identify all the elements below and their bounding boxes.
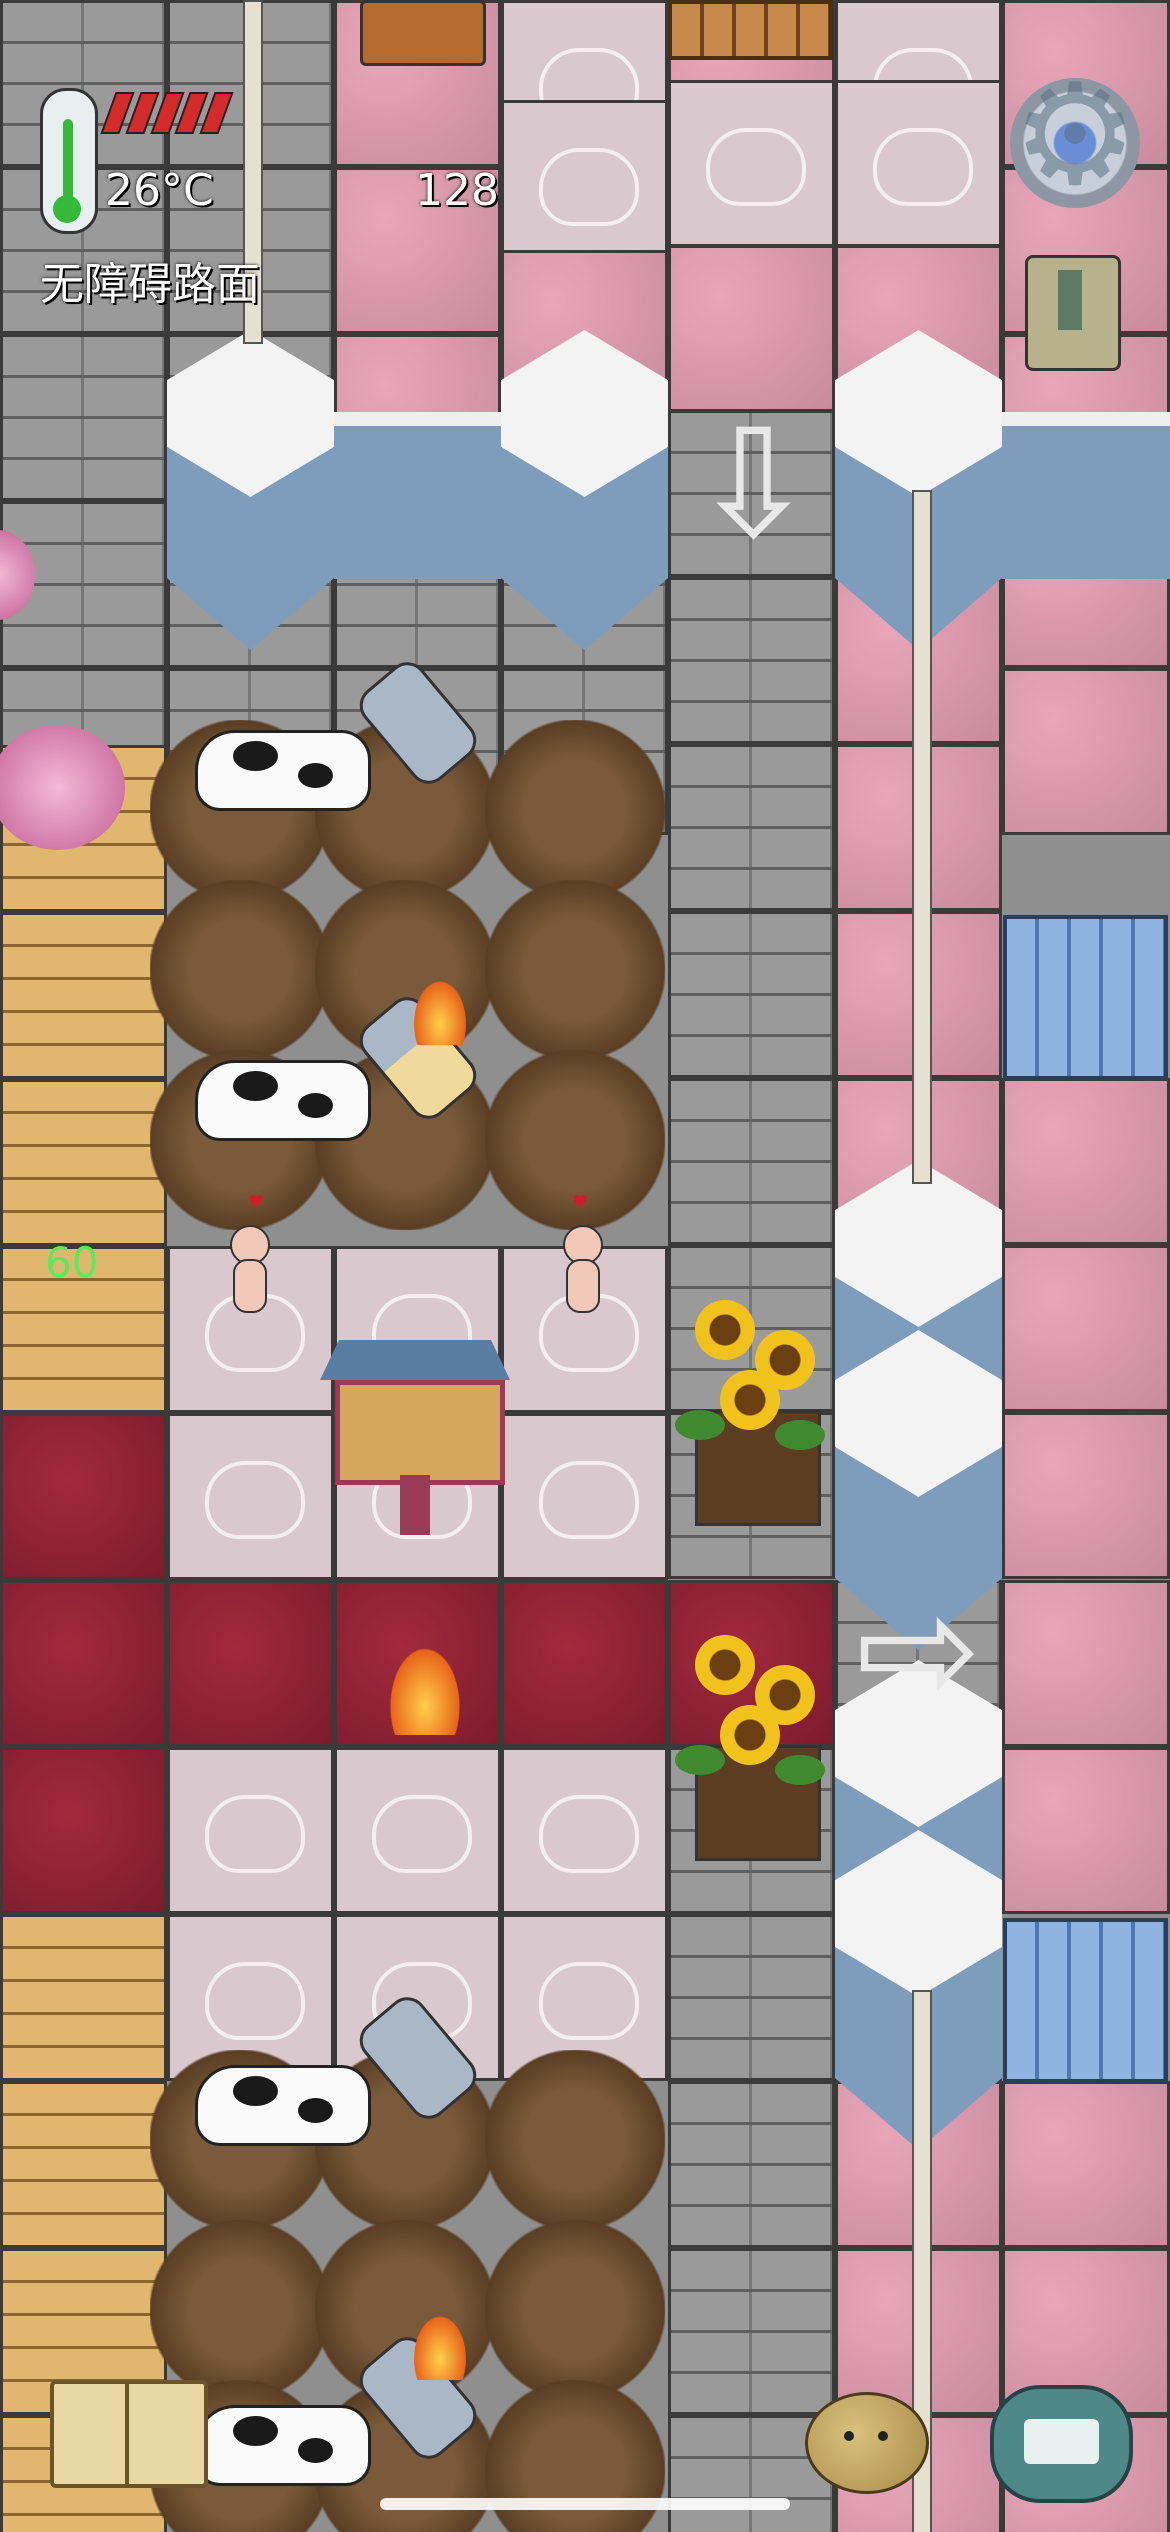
wood-floor-tile[interactable] xyxy=(0,2081,167,2248)
stone-floor-tile[interactable] xyxy=(668,2248,835,2415)
pink-carpet-tile[interactable] xyxy=(1002,1078,1170,1245)
bear-pattern-floor-tile[interactable] xyxy=(334,1747,501,1914)
down-arrow-road-sign: ⇩ xyxy=(690,398,817,572)
pink-carpet-tile[interactable] xyxy=(1002,2081,1170,2248)
dairy-cow[interactable] xyxy=(195,2405,371,2486)
keyboard-chat-icon[interactable] xyxy=(990,2385,1133,2503)
pink-carpet-tile[interactable] xyxy=(668,245,835,412)
game-world[interactable]: ⇩ ⇨ ♥ ♥ xyxy=(0,0,1170,2532)
bear-pattern-floor-tile[interactable] xyxy=(668,80,835,247)
villager-character[interactable] xyxy=(558,1225,603,1315)
yum-counter: 128 xyxy=(415,165,499,216)
wood-floor-tile[interactable] xyxy=(0,1079,167,1246)
bear-pattern-floor-tile[interactable] xyxy=(167,1413,334,1580)
pink-carpet-tile[interactable] xyxy=(1002,668,1170,835)
bear-skin-rug[interactable] xyxy=(485,2220,665,2400)
bear-skin-rug[interactable] xyxy=(150,2220,330,2400)
player-character[interactable] xyxy=(225,1225,270,1315)
bear-pattern-floor-tile[interactable] xyxy=(835,80,1002,247)
dairy-cow[interactable] xyxy=(195,1060,371,1141)
pink-carpet-tile[interactable] xyxy=(1002,1245,1170,1412)
blue-plaster-wall xyxy=(334,412,501,579)
red-carpet-tile[interactable] xyxy=(501,1580,668,1747)
dairy-cow[interactable] xyxy=(195,730,371,811)
stone-floor-tile[interactable] xyxy=(668,744,835,911)
campfire[interactable] xyxy=(385,1640,465,1735)
blue-plaster-wall xyxy=(1002,412,1170,579)
stone-floor-tile[interactable] xyxy=(668,1914,835,2081)
book-icon[interactable] xyxy=(50,2380,208,2488)
stone-floor-tile[interactable] xyxy=(668,577,835,744)
bear-pattern-floor-tile[interactable] xyxy=(501,1747,668,1914)
food-bars-icon xyxy=(100,92,234,134)
right-arrow-road-sign: ⇨ xyxy=(855,1563,982,1737)
coin-icon[interactable] xyxy=(1025,255,1121,371)
wooden-door[interactable] xyxy=(668,0,833,60)
dairy-cow[interactable] xyxy=(195,2065,371,2146)
small-fire[interactable] xyxy=(410,2310,470,2380)
bear-pattern-floor-tile[interactable] xyxy=(167,1747,334,1914)
heart-icon: ♥ xyxy=(248,1192,265,1213)
blue-wooden-door[interactable] xyxy=(1003,915,1168,1080)
potato-emote-icon[interactable] xyxy=(805,2392,929,2494)
settings-gear-icon[interactable] xyxy=(1010,66,1140,208)
small-fire[interactable] xyxy=(410,975,470,1045)
red-carpet-tile[interactable] xyxy=(167,1580,334,1747)
pink-carpet-tile[interactable] xyxy=(1002,1747,1170,1914)
hover-tile-label: 无障碍路面 xyxy=(40,259,260,310)
snow-topped-wall-block xyxy=(501,330,668,660)
stone-floor-tile[interactable] xyxy=(0,334,167,501)
blue-wooden-door[interactable] xyxy=(1003,1918,1168,2083)
bear-skin-rug[interactable] xyxy=(150,880,330,1060)
stone-floor-tile[interactable] xyxy=(668,911,835,1078)
cooking-pot-crate[interactable] xyxy=(360,0,486,66)
snow-topped-wall-block xyxy=(167,330,334,660)
red-carpet-tile[interactable] xyxy=(0,1580,167,1747)
red-carpet-tile[interactable] xyxy=(0,1747,167,1914)
wood-floor-tile[interactable] xyxy=(0,1914,167,2081)
thermometer-icon xyxy=(40,88,98,234)
bear-skin-rug[interactable] xyxy=(485,880,665,1060)
pink-carpet-tile[interactable] xyxy=(1002,1580,1170,1747)
sunflower-planter[interactable] xyxy=(675,1635,835,1865)
notice-board[interactable] xyxy=(320,1340,510,1540)
wood-floor-tile[interactable] xyxy=(0,912,167,1079)
fence-pole xyxy=(912,490,932,1184)
pink-carpet-tile[interactable] xyxy=(1002,1412,1170,1579)
heart-icon: ♥ xyxy=(572,1192,589,1213)
stone-floor-tile[interactable] xyxy=(668,2081,835,2248)
bear-pattern-floor-tile[interactable] xyxy=(501,1413,668,1580)
red-carpet-tile[interactable] xyxy=(0,1413,167,1580)
bear-skin-rug[interactable] xyxy=(485,720,665,900)
bear-skin-rug[interactable] xyxy=(485,2050,665,2230)
sunflower-planter[interactable] xyxy=(675,1300,835,1530)
temperature-readout: 26°C xyxy=(105,165,214,216)
age-readout: 60 xyxy=(45,1238,99,1287)
stone-floor-tile[interactable] xyxy=(668,1078,835,1245)
bear-pattern-floor-tile[interactable] xyxy=(501,100,668,267)
home-indicator[interactable] xyxy=(380,2498,790,2510)
